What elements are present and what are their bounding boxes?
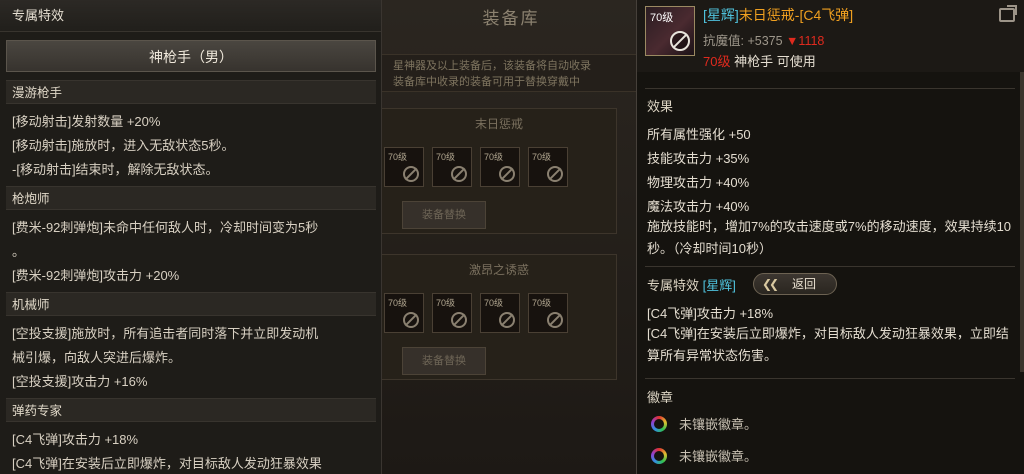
equipment-set-2: 激昂之诱惑 70级 70级 70级 70级 装备替换	[381, 254, 617, 380]
slot-level: 70级	[484, 298, 504, 308]
exclusive-tag: [星辉]	[702, 278, 736, 293]
item-name: [星辉]末日惩戒-[C4飞弹]	[703, 5, 853, 25]
item-rarity-tag: [星辉]	[703, 7, 739, 23]
unusable-icon	[499, 312, 515, 328]
back-button[interactable]: ❮❮ 返回	[753, 273, 837, 295]
slot-level: 70级	[388, 298, 408, 308]
equip-replace-button[interactable]: 装备替换	[402, 201, 486, 229]
notice-line-1: 星神器及以上装备后，该装备将自动收录	[393, 60, 591, 72]
effect-line: -[移动射击]结束时，解除无敌状态。	[12, 162, 219, 177]
equipment-slot[interactable]: 70级	[432, 147, 472, 187]
effect-line: [C4飞弹]攻击力 +18%	[12, 432, 139, 447]
divider	[645, 378, 1015, 379]
exclusive-effects-title: 专属特效 [星辉]	[647, 275, 736, 294]
emblem-socket-icon	[651, 415, 667, 432]
unusable-icon	[451, 312, 467, 328]
share-icon[interactable]	[999, 5, 1017, 22]
equipment-slot[interactable]: 70级	[528, 147, 568, 187]
unusable-icon	[403, 166, 419, 182]
equipment-library-notice: 星神器及以上装备后，该装备将自动收录 装备库中收录的装备可用于替换穿戴中	[381, 54, 641, 92]
slot-level: 70级	[436, 152, 456, 162]
required-level: 70级	[703, 54, 731, 69]
equip-replace-button[interactable]: 装备替换	[402, 347, 486, 375]
subclass-title: 枪炮师	[6, 186, 376, 210]
slot-level: 70级	[532, 152, 552, 162]
divider	[645, 88, 1015, 89]
magic-resist: 抗魔值: +5375 ▼1118	[703, 30, 824, 49]
effect-line: [空投支援]施放时，所有追击者同时落下并立即发动机	[12, 326, 319, 341]
effect-line: [费米-92刺弹炮]未命中任何敌人时，冷却时间变为5秒	[12, 220, 319, 235]
emblem-slot[interactable]: 未镶嵌徽章。	[651, 414, 757, 433]
subclass-title: 漫游枪手	[6, 80, 376, 104]
slot-level: 70级	[532, 298, 552, 308]
equipment-slot[interactable]: 70级	[528, 293, 568, 333]
slot-level: 70级	[484, 152, 504, 162]
item-title: 末日惩戒-[C4飞弹]	[738, 7, 854, 23]
tooltip-scrollbar[interactable]	[1020, 72, 1024, 372]
subclass-title: 机械师	[6, 292, 376, 316]
equipment-slot[interactable]: 70级	[384, 147, 424, 187]
effect-line: 械引爆，向敌人突进后爆炸。	[12, 350, 182, 365]
effect-stat: 物理攻击力 +40%	[647, 175, 750, 190]
divider	[645, 266, 1015, 267]
emblem-status: 未镶嵌徽章。	[679, 449, 758, 464]
emblem-title: 徽章	[647, 390, 674, 405]
equipment-slot[interactable]: 70级	[480, 147, 520, 187]
slot-level: 70级	[388, 152, 408, 162]
panel-header: 专属特效	[0, 0, 381, 32]
unusable-icon	[547, 312, 563, 328]
equipment-library-title: 装备库	[482, 9, 540, 28]
equipment-set-title: 末日惩戒	[474, 117, 523, 131]
item-tooltip: 70级 [星辉]末日惩戒-[C4飞弹] 抗魔值: +5375 ▼1118 70级…	[636, 0, 1024, 474]
emblem-slot[interactable]: 未镶嵌徽章。	[651, 446, 757, 465]
effect-line: [移动射击]施放时，进入无敌状态5秒。	[12, 138, 235, 153]
unusable-icon	[451, 166, 467, 182]
exclusive-effects-panel: 专属特效 神枪手（男） 漫游枪手 [移动射击]发射数量 +20% [移动射击]施…	[0, 0, 382, 474]
equipment-slot[interactable]: 70级	[432, 293, 472, 333]
equipment-library-window: 装备库 星神器及以上装备后，该装备将自动收录 装备库中收录的装备可用于替换穿戴中…	[380, 0, 641, 474]
unusable-icon	[499, 166, 515, 182]
effect-line: [费米-92刺弹炮]攻击力 +20%	[12, 268, 180, 283]
effect-stat: 魔法攻击力 +40%	[647, 199, 750, 214]
exclusive-effect-line: [C4飞弹]在安装后立即爆炸，对目标敌人发动狂暴效果，立即结算所有异常状态伤害。	[647, 326, 1009, 363]
effect-stat: 施放技能时，增加7%的攻击速度或7%的移动速度，效果持续10秒。（冷却时间10秒…	[647, 219, 1012, 256]
back-button-label: 返回	[792, 277, 817, 291]
effects-title: 效果	[647, 99, 674, 114]
equipment-slot[interactable]: 70级	[384, 293, 424, 333]
effect-stat: 所有属性强化 +50	[647, 127, 751, 142]
slot-level: 70级	[436, 298, 456, 308]
item-icon-level: 70级	[650, 12, 674, 24]
magic-resist-value: 抗魔值: +5375	[703, 34, 783, 48]
equipment-slot[interactable]: 70级	[480, 293, 520, 333]
subclass-title: 弹药专家	[6, 398, 376, 422]
effect-stat: 技能攻击力 +35%	[647, 151, 750, 166]
emblem-status: 未镶嵌徽章。	[679, 417, 758, 432]
item-header: 70级 [星辉]末日惩戒-[C4飞弹] 抗魔值: +5375 ▼1118 70级…	[637, 0, 1024, 72]
class-name-bar: 神枪手（男）	[6, 40, 376, 72]
equipment-set-title: 激昂之诱惑	[468, 263, 529, 277]
effect-line: 。	[12, 244, 26, 259]
double-chevron-left-icon: ❮❮	[762, 277, 779, 291]
exclusive-effect-line: [C4飞弹]攻击力 +18%	[647, 306, 774, 321]
unusable-icon	[547, 166, 563, 182]
notice-line-2: 装备库中收录的装备可用于替换穿戴中	[393, 76, 580, 88]
unusable-icon	[403, 312, 419, 328]
effect-line: [空投支援]攻击力 +16%	[12, 374, 148, 389]
level-requirement: 70级 神枪手 可使用	[703, 51, 816, 70]
magic-resist-delta: ▼1118	[786, 34, 825, 48]
equipment-set-1: 末日惩戒 70级 70级 70级 70级 装备替换	[381, 108, 617, 234]
unusable-icon	[670, 31, 690, 51]
item-icon: 70级	[645, 6, 695, 56]
emblem-socket-icon	[651, 447, 667, 464]
exclusive-label: 专属特效	[647, 278, 700, 293]
required-class: 神枪手 可使用	[734, 54, 816, 69]
effect-line: [移动射击]发射数量 +20%	[12, 114, 161, 129]
effect-line: [C4飞弹]在安装后立即爆炸，对目标敌人发动狂暴效果	[12, 456, 322, 471]
